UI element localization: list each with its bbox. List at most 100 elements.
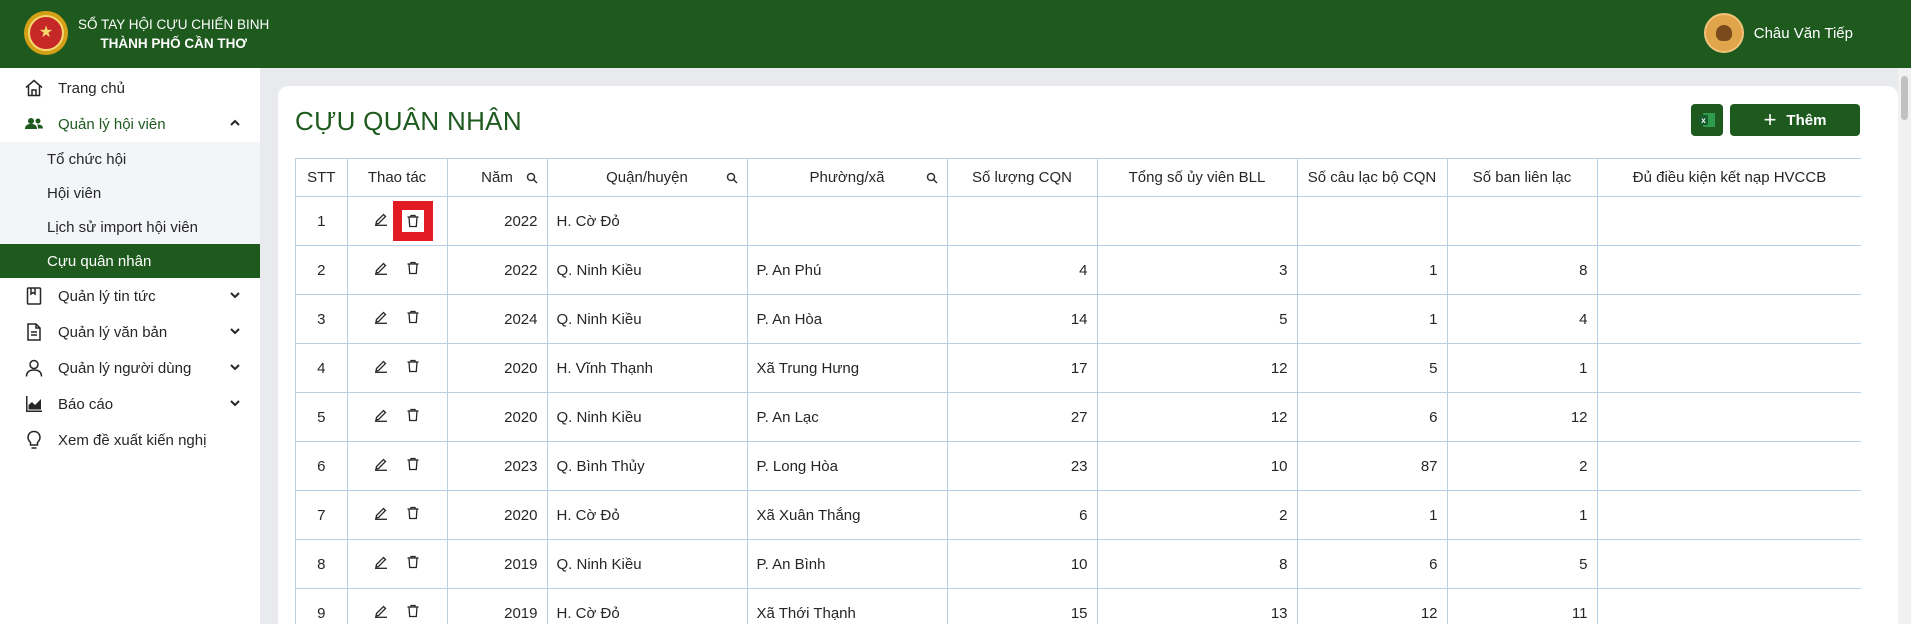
cell-actions [347,392,448,442]
pencil-icon [374,212,388,230]
edit-button[interactable] [370,357,392,379]
cell-veteran-count: 4 [947,245,1098,295]
plus-icon: + [1763,107,1777,132]
pencil-icon [374,310,388,328]
trash-icon [406,555,420,573]
cell-district: Q. Ninh Kiều [547,294,748,344]
edit-button[interactable] [370,308,392,330]
delete-button[interactable] [402,504,424,526]
submenu-item-import-history[interactable]: Lịch sử import hội viên [0,210,260,244]
content-card: CỰU QUÂN NHÂN x + Thêm STT Thao tác Năm … [278,86,1898,624]
cell-actions [347,539,448,589]
cell-committee-total: 12 [1097,343,1298,393]
cell-liaison-count [1447,196,1598,246]
cell-district: H. Vĩnh Thạnh [547,343,748,393]
submenu-item-organization[interactable]: Tổ chức hội [0,142,260,176]
emblem-logo[interactable]: ★ [24,11,68,55]
cell-liaison-count: 8 [1447,245,1598,295]
add-button[interactable]: + Thêm [1730,104,1860,136]
column-header-district[interactable]: Quận/huyện [547,158,748,197]
sidebar-item-users[interactable]: Quản lý người dùng [0,350,260,386]
cell-committee-total: 10 [1097,441,1298,491]
column-header-eligible: Đủ điều kiện kết nạp HVCCB [1597,158,1861,197]
delete-button[interactable] [393,201,433,241]
edit-button[interactable] [370,259,392,281]
book-icon [24,286,44,306]
user-menu[interactable]: Châu Văn Tiếp [1703,13,1853,53]
sidebar-item-label: Báo cáo [58,395,114,413]
cell-club-count: 6 [1297,539,1448,589]
edit-button[interactable] [370,553,392,575]
cell-committee-total: 13 [1097,588,1298,624]
trash-icon [406,310,420,328]
submenu-item-veterans[interactable]: Cựu quân nhân [0,244,260,278]
delete-button[interactable] [402,406,424,428]
cell-district: H. Cờ Đỏ [547,490,748,540]
edit-button[interactable] [370,455,392,477]
submenu-item-members[interactable]: Hội viên [0,176,260,210]
cell-club-count: 1 [1297,245,1448,295]
cell-eligible [1597,588,1861,624]
column-header-veteran-count: Số lượng CQN [947,158,1098,197]
sidebar-item-label: Quản lý văn bản [58,323,168,341]
cell-ward: P. An Hòa [747,294,948,344]
cell-district: H. Cờ Đỏ [547,196,748,246]
cell-stt: 6 [296,441,348,491]
cell-stt: 8 [296,539,348,589]
search-icon[interactable] [726,172,738,184]
page-scrollbar[interactable] [1898,68,1911,624]
chevron-down-icon [230,328,240,335]
sidebar-item-home[interactable]: Trang chủ [0,70,260,106]
cell-year: 2020 [447,490,548,540]
sidebar-item-news[interactable]: Quản lý tin tức [0,278,260,314]
sidebar-item-members[interactable]: Quản lý hội viên [0,106,260,142]
search-icon[interactable] [926,172,938,184]
delete-button[interactable] [402,357,424,379]
delete-button[interactable] [402,308,424,330]
cell-eligible [1597,441,1861,491]
cell-actions [347,245,448,295]
table-row: 2 2022 Q. Ninh Kiều P. An Phú 4 3 1 8 [296,245,1861,295]
cell-stt: 5 [296,392,348,442]
delete-button[interactable] [402,259,424,281]
cell-ward: Xã Trung Hưng [747,343,948,393]
trash-icon [406,261,420,279]
cell-committee-total: 2 [1097,490,1298,540]
pencil-icon [374,457,388,475]
cell-club-count: 5 [1297,343,1448,393]
cell-year: 2020 [447,392,548,442]
delete-button[interactable] [402,455,424,477]
cell-district: Q. Ninh Kiều [547,392,748,442]
users-icon [24,114,44,134]
brand-title[interactable]: SỔ TAY HỘI CỰU CHIẾN BINH THÀNH PHỐ CẦN … [78,15,269,53]
cell-ward [747,196,948,246]
cell-liaison-count: 1 [1447,343,1598,393]
delete-button[interactable] [402,602,424,624]
chevron-down-icon [230,292,240,299]
edit-button[interactable] [370,504,392,526]
sidebar-item-documents[interactable]: Quản lý văn bản [0,314,260,350]
sidebar-item-label: Xem đề xuất kiến nghị [58,431,207,449]
cell-club-count: 6 [1297,392,1448,442]
export-excel-button[interactable]: x [1691,104,1723,136]
pencil-icon [374,555,388,573]
cell-stt: 7 [296,490,348,540]
scrollbar-thumb[interactable] [1901,76,1908,120]
cell-veteran-count: 10 [947,539,1098,589]
delete-button[interactable] [402,553,424,575]
column-header-year[interactable]: Năm [447,158,548,197]
cell-ward: P. An Phú [747,245,948,295]
sidebar-item-suggestions[interactable]: Xem đề xuất kiến nghị [0,422,260,458]
edit-button[interactable] [370,406,392,428]
edit-button[interactable] [370,602,392,624]
column-header-club-count: Số câu lạc bộ CQN [1297,158,1448,197]
cell-district: H. Cờ Đỏ [547,588,748,624]
column-header-ward[interactable]: Phường/xã [747,158,948,197]
sidebar-item-reports[interactable]: Báo cáo [0,386,260,422]
search-icon[interactable] [526,172,538,184]
cell-committee-total: 5 [1097,294,1298,344]
cell-club-count: 87 [1297,441,1448,491]
cell-club-count: 1 [1297,490,1448,540]
cell-eligible [1597,343,1861,393]
edit-button[interactable] [370,210,392,232]
